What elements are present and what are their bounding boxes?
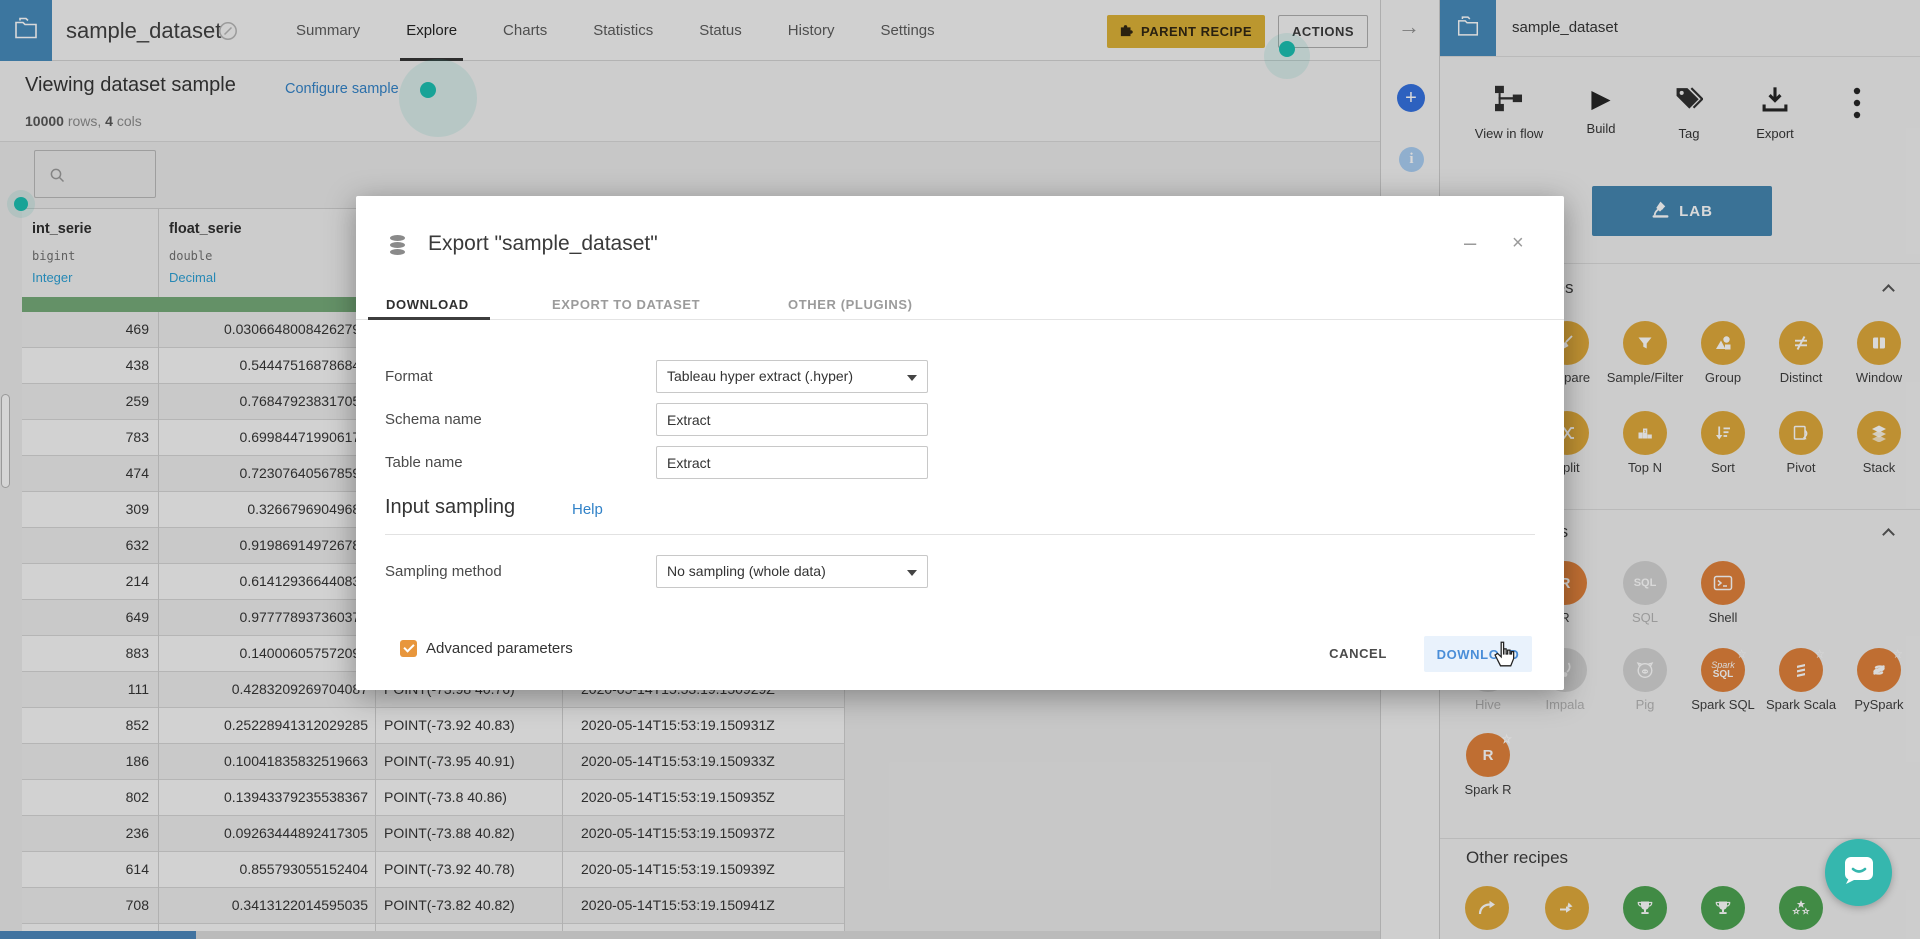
tab-download[interactable]: DOWNLOAD	[386, 288, 469, 320]
annotation-dot	[420, 82, 436, 98]
chat-bubble-icon	[1842, 854, 1876, 891]
schema-name-label: Schema name	[385, 411, 482, 428]
database-icon	[388, 234, 407, 262]
table-name-label: Table name	[385, 454, 463, 471]
close-icon[interactable]: ×	[1512, 232, 1524, 255]
tab-other-plugins[interactable]: OTHER (PLUGINS)	[788, 288, 913, 320]
chevron-down-icon	[907, 570, 917, 576]
divider	[385, 534, 1535, 535]
chat-widget-button[interactable]	[1825, 839, 1892, 906]
table-name-field[interactable]	[656, 446, 928, 479]
active-tab-underline	[368, 317, 490, 320]
minimize-icon[interactable]: –	[1464, 230, 1476, 256]
input-sampling-heading: Input sampling	[385, 496, 515, 519]
dialog-tabs: DOWNLOAD EXPORT TO DATASET OTHER (PLUGIN…	[356, 288, 1564, 320]
annotation-dot	[14, 197, 28, 211]
tab-export-to-dataset[interactable]: EXPORT TO DATASET	[552, 288, 700, 320]
annotation-halo	[399, 59, 477, 137]
sampling-method-select[interactable]: No sampling (whole data)	[656, 555, 928, 588]
sampling-method-label: Sampling method	[385, 563, 502, 580]
hand-cursor	[1492, 641, 1518, 674]
annotation-dot	[1279, 41, 1295, 57]
chevron-down-icon	[907, 375, 917, 381]
format-select[interactable]: Tableau hyper extract (.hyper)	[656, 360, 928, 393]
advanced-parameters-label: Advanced parameters	[426, 640, 573, 657]
dialog-title: Export "sample_dataset"	[428, 232, 658, 256]
format-label: Format	[385, 368, 433, 385]
help-link[interactable]: Help	[572, 501, 603, 518]
dataiku-dataset-screen: sample_dataset Summary Explore Charts St…	[0, 0, 1920, 939]
advanced-parameters-checkbox[interactable]	[400, 640, 417, 657]
export-dialog: Export "sample_dataset" – × DOWNLOAD EXP…	[356, 196, 1564, 690]
schema-name-field[interactable]	[656, 403, 928, 436]
cancel-button[interactable]: CANCEL	[1308, 636, 1408, 670]
